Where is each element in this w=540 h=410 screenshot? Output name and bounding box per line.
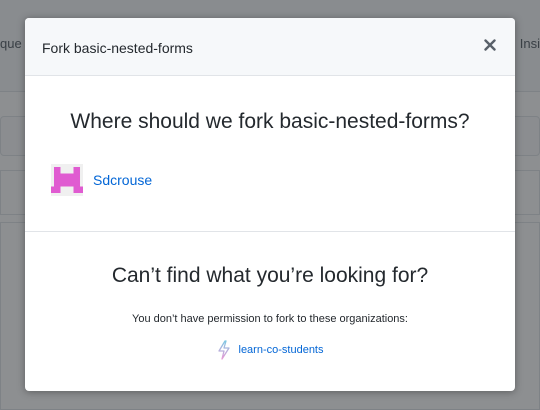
cant-find-heading: Can’t find what you’re looking for? [111,264,429,287]
account-option-sdcrouse[interactable]: Sdcrouse [51,164,152,196]
organization-name: learn-co-students [238,344,324,356]
avatar [51,164,83,196]
lightning-bolt-icon [217,340,230,360]
dialog-header: Fork basic-nested-forms [25,18,515,76]
close-button[interactable] [481,35,499,55]
dialog-title: Fork basic-nested-forms [42,40,193,56]
account-name: Sdcrouse [93,172,153,188]
no-permission-text: You don’t have permission to fork to the… [132,313,408,325]
organizations-section: Can’t find what you’re looking for? You … [25,232,515,390]
organization-learn-co-students[interactable]: learn-co-students [25,340,515,360]
close-icon [484,39,496,51]
fork-question: Where should we fork basic-nested-forms? [70,110,470,133]
fork-dialog: Fork basic-nested-forms Where should we … [25,18,515,391]
fork-destination-section: Where should we fork basic-nested-forms?… [25,76,515,232]
